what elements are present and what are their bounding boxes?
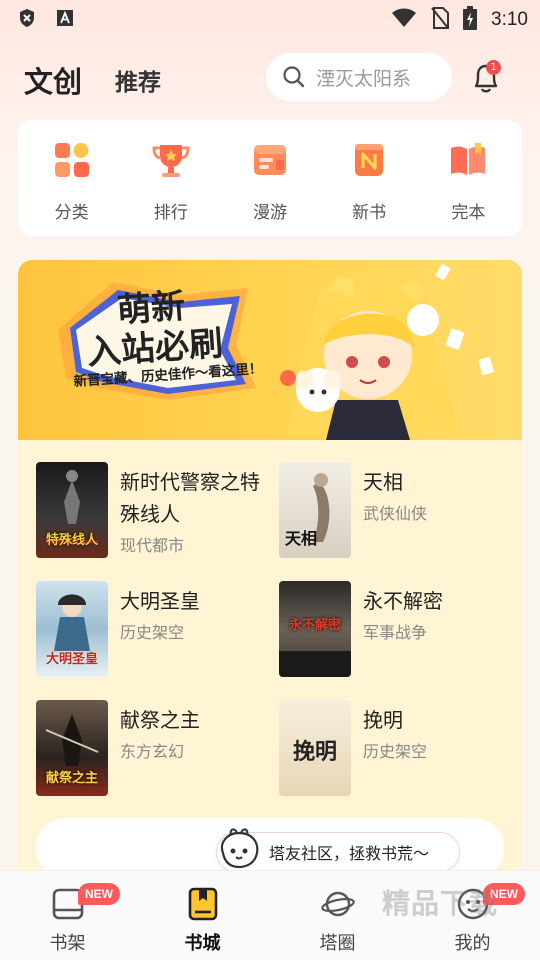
book-item[interactable]: 天相 天相 武侠仙侠 [279,462,509,558]
quick-nav-new-books[interactable]: 新书 [329,120,409,236]
new-book-icon [349,140,389,180]
shield-close-icon [18,8,36,28]
book-cover: 天相 [279,462,351,558]
book-item[interactable]: 永不解密 永不解密 军事战争 [279,581,509,677]
book-cover: 永不解密 [279,581,351,677]
top-header: 文创 推荐 湮灭太阳系 1 [0,52,540,102]
book-cover-title: 特殊线人 [45,532,98,548]
floating-paper-decoration [435,263,494,376]
quick-nav-label: 新书 [352,203,387,223]
mascot-girl-illustration [288,270,458,440]
book-cover-title: 永不解密 [288,617,341,633]
open-book-icon [448,140,488,180]
tab-recommend[interactable]: 推荐 [115,63,161,97]
book-item[interactable]: 大明圣皇 大明圣皇 历史架空 [36,581,266,677]
quick-nav-label: 排行 [153,203,188,223]
community-tip-bubble[interactable]: 塔友社区，拯救书荒～ [216,828,460,872]
clock-time: 3:10 [491,9,528,30]
book-genre: 东方玄幻 [120,742,185,761]
category-grid-icon [52,140,92,180]
no-sim-icon [431,7,450,33]
tab-label: 书城 [184,933,221,954]
book-item[interactable]: 挽明 挽明 历史架空 [279,700,509,796]
quick-nav-ranking[interactable]: 排行 [131,120,211,236]
tab-bookstore[interactable]: 书城 [135,871,270,960]
quick-nav-card: 分类 排行 漫游 新书 完本 [18,120,522,236]
book-genre: 军事战争 [363,623,428,642]
brand-title: 文创 [24,65,83,99]
bookstore-icon [188,887,217,921]
mascot-face-icon [220,828,259,869]
book-cover: 特殊线人 [36,462,108,558]
quick-nav-category[interactable]: 分类 [32,120,112,236]
search-placeholder: 湮灭太阳系 [316,67,412,90]
notification-button[interactable]: 1 [470,60,502,94]
book-title: 大明圣皇 [120,589,200,613]
quick-nav-label: 漫游 [252,203,287,223]
book-genre: 现代都市 [120,536,185,555]
book-title: 挽明 [363,708,403,732]
tab-bookshelf[interactable]: 书架 NEW [0,871,135,960]
book-genre: 历史架空 [363,742,428,761]
tip-text: 塔友社区，拯救书荒～ [269,844,430,863]
new-badge: NEW [78,883,120,905]
book-cover-title: 大明圣皇 [45,651,98,667]
book-cover: 献祭之主 [36,700,108,796]
book-cover-title: 献祭之主 [45,770,98,786]
search-input[interactable]: 湮灭太阳系 [266,53,452,101]
quick-nav-label: 完本 [451,203,486,223]
tab-label: 书架 [49,933,86,954]
book-genre: 武侠仙侠 [363,504,428,523]
book-cover-title: 天相 [284,529,317,549]
newbie-recommend-card: 萌新 入站必刷 新晋宝藏、历史佳作～看这里！ 特殊线人 新时代警察之特殊线人 现… [18,260,522,880]
search-icon [283,66,305,88]
book-title: 天相 [363,470,403,494]
battery-charging-icon [463,6,478,34]
newbie-banner[interactable]: 萌新 入站必刷 新晋宝藏、历史佳作～看这里！ [18,260,522,440]
tab-label: 塔圈 [319,933,356,954]
book-cover-title: 挽明 [292,738,337,765]
roam-card-icon [250,140,290,180]
quick-nav-completed[interactable]: 完本 [428,120,508,236]
watermark-text: 精品下载 [382,887,499,920]
banner-headline-1: 萌新 [116,286,187,331]
book-item[interactable]: 特殊线人 新时代警察之特殊线人 现代都市 [36,462,266,558]
sheep-plush-illustration [280,368,341,412]
book-cover: 大明圣皇 [36,581,108,677]
quick-nav-label: 分类 [54,203,89,223]
wifi-icon [391,8,417,32]
trophy-icon [151,140,191,180]
planet-icon [320,891,355,917]
quick-nav-roam[interactable]: 漫游 [230,120,310,236]
app-notification-icon [56,8,74,28]
notification-badge: 1 [486,60,501,75]
book-genre: 历史架空 [120,623,185,642]
book-cover: 挽明 [279,700,351,796]
book-title: 永不解密 [363,589,443,613]
book-title: 献祭之主 [120,708,200,732]
book-title: 新时代警察之特殊线人 [120,470,260,526]
book-item[interactable]: 献祭之主 献祭之主 东方玄幻 [36,700,266,796]
tab-label: 我的 [454,933,491,954]
status-bar: 3:10 [0,0,540,36]
